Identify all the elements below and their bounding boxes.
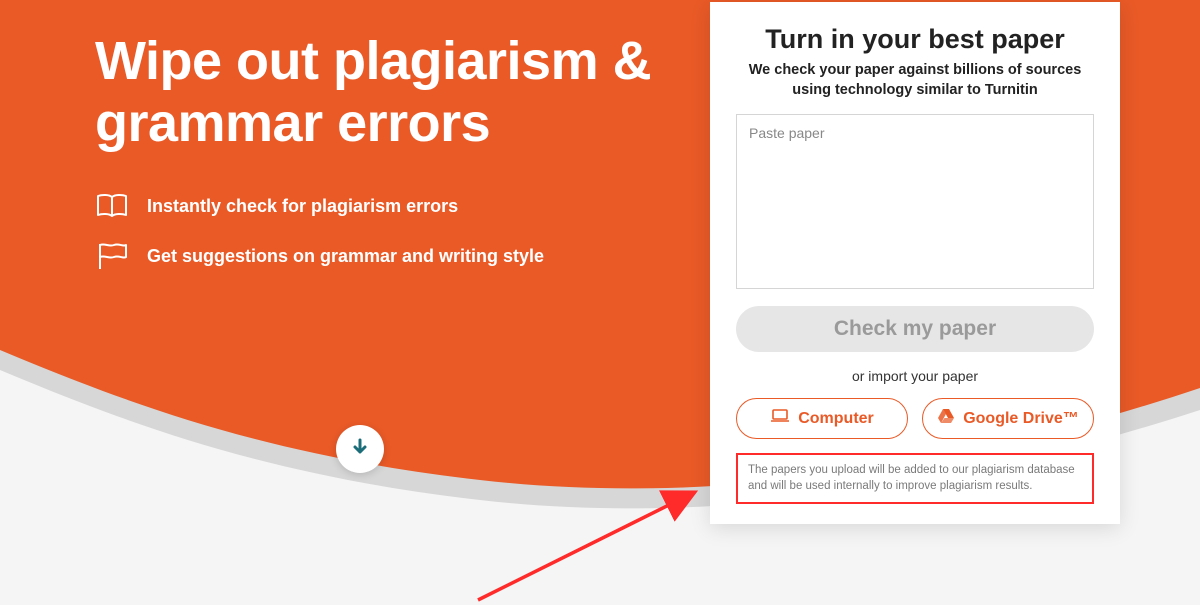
import-gdrive-label: Google Drive™	[963, 410, 1079, 428]
import-computer-button[interactable]: Computer	[736, 398, 908, 439]
paste-paper-input[interactable]	[736, 114, 1094, 289]
feature-text: Instantly check for plagiarism errors	[147, 196, 458, 217]
import-computer-label: Computer	[798, 410, 874, 428]
disclaimer-text: The papers you upload will be added to o…	[748, 463, 1082, 494]
hero-headline: Wipe out plagiarism & grammar errors	[95, 30, 655, 154]
card-title: Turn in your best paper	[736, 24, 1094, 55]
book-icon	[95, 192, 129, 220]
flag-icon	[95, 242, 129, 270]
feature-grammar: Get suggestions on grammar and writing s…	[95, 242, 655, 270]
arrow-down-icon	[350, 437, 370, 462]
check-paper-button[interactable]: Check my paper	[736, 306, 1094, 352]
feature-plagiarism: Instantly check for plagiarism errors	[95, 192, 655, 220]
feature-text: Get suggestions on grammar and writing s…	[147, 246, 544, 267]
gdrive-icon	[937, 408, 955, 429]
import-label: or import your paper	[736, 368, 1094, 384]
scroll-down-button[interactable]	[336, 425, 384, 473]
card-subtitle: We check your paper against billions of …	[736, 61, 1094, 100]
check-paper-card: Turn in your best paper We check your pa…	[710, 2, 1120, 524]
disclaimer-box: The papers you upload will be added to o…	[736, 453, 1094, 504]
import-gdrive-button[interactable]: Google Drive™	[922, 398, 1094, 439]
laptop-icon	[770, 409, 790, 428]
